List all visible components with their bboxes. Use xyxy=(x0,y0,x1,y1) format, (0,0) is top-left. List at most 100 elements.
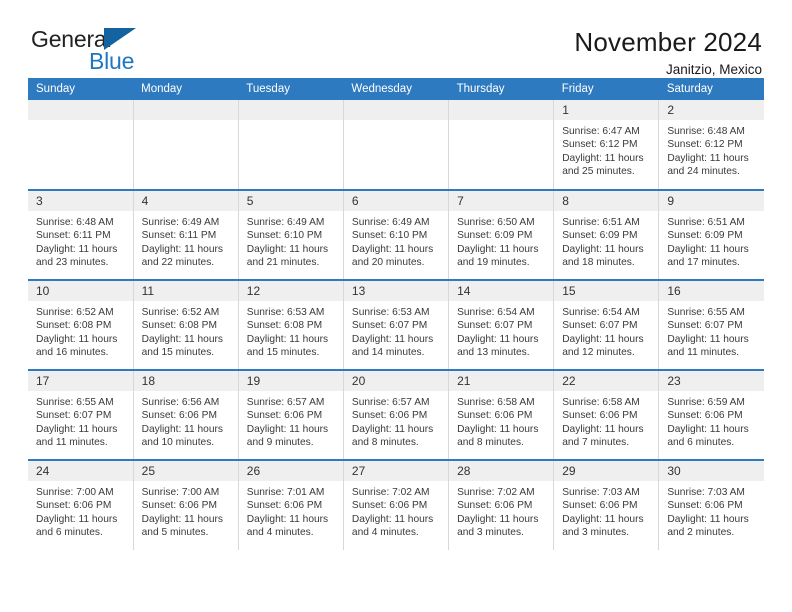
calendar-day-cell[interactable]: 9 Sunrise: 6:51 AM Sunset: 6:09 PM Daylig… xyxy=(658,189,764,280)
day-number: 12 xyxy=(238,281,343,301)
weekday-header-row: Sunday Monday Tuesday Wednesday Thursday… xyxy=(28,78,764,100)
sun-times-detail: Sunrise: 6:55 AM Sunset: 6:07 PM Dayligh… xyxy=(667,307,749,358)
calendar-day-cell-empty xyxy=(238,100,344,190)
day-number: 11 xyxy=(133,281,238,301)
day-number: 23 xyxy=(659,371,764,391)
calendar-day-cell[interactable]: 24 Sunrise: 7:00 AM Sunset: 6:06 PM Dayli… xyxy=(28,459,134,550)
calendar-day-cell[interactable]: 15 Sunrise: 6:54 AM Sunset: 6:07 PM Dayli… xyxy=(553,279,660,370)
day-number: 9 xyxy=(659,191,764,211)
calendar-day-cell[interactable]: 20 Sunrise: 6:57 AM Sunset: 6:06 PM Dayli… xyxy=(343,369,450,460)
sun-times-detail: Sunrise: 7:00 AM Sunset: 6:06 PM Dayligh… xyxy=(141,487,223,538)
calendar-day-cell[interactable]: 17 Sunrise: 6:55 AM Sunset: 6:07 PM Dayli… xyxy=(28,369,134,460)
calendar-body: 1 Sunrise: 6:47 AM Sunset: 6:12 PM Daylig… xyxy=(28,100,764,550)
calendar-day-cell[interactable]: 26 Sunrise: 7:01 AM Sunset: 6:06 PM Dayli… xyxy=(238,459,344,550)
sun-times-detail: Sunrise: 7:02 AM Sunset: 6:06 PM Dayligh… xyxy=(351,487,434,538)
calendar-day-cell[interactable]: 5 Sunrise: 6:49 AM Sunset: 6:10 PM Daylig… xyxy=(238,189,344,280)
day-number: 19 xyxy=(238,371,343,391)
calendar-day-cell[interactable]: 12 Sunrise: 6:53 AM Sunset: 6:08 PM Dayli… xyxy=(238,279,344,370)
calendar-day-cell[interactable]: 6 Sunrise: 6:49 AM Sunset: 6:10 PM Daylig… xyxy=(343,189,450,280)
calendar-day-cell-empty xyxy=(28,100,134,190)
calendar-day-cell[interactable]: 4 Sunrise: 6:49 AM Sunset: 6:11 PM Daylig… xyxy=(133,189,239,280)
calendar-day-cell-empty xyxy=(448,100,555,190)
weekday-header-monday: Monday xyxy=(133,78,239,100)
day-number: 30 xyxy=(659,461,764,481)
day-number xyxy=(449,100,554,120)
day-number: 2 xyxy=(659,100,764,120)
day-number: 26 xyxy=(238,461,343,481)
sun-times-detail: Sunrise: 7:00 AM Sunset: 6:06 PM Dayligh… xyxy=(36,487,118,538)
sun-times-detail: Sunrise: 7:01 AM Sunset: 6:06 PM Dayligh… xyxy=(246,487,329,538)
sun-times-detail: Sunrise: 6:49 AM Sunset: 6:11 PM Dayligh… xyxy=(141,217,223,268)
day-number: 15 xyxy=(554,281,659,301)
sun-times-detail: Sunrise: 6:52 AM Sunset: 6:08 PM Dayligh… xyxy=(36,307,118,358)
calendar-week-row: 24 Sunrise: 7:00 AM Sunset: 6:06 PM Dayli… xyxy=(28,459,764,550)
calendar-week-row: 3 Sunrise: 6:48 AM Sunset: 6:11 PM Daylig… xyxy=(28,189,764,280)
day-number: 14 xyxy=(449,281,554,301)
sun-times-detail: Sunrise: 6:52 AM Sunset: 6:08 PM Dayligh… xyxy=(141,307,223,358)
day-number: 29 xyxy=(554,461,659,481)
calendar-day-cell[interactable]: 27 Sunrise: 7:02 AM Sunset: 6:06 PM Dayli… xyxy=(343,459,450,550)
calendar-day-cell[interactable]: 21 Sunrise: 6:58 AM Sunset: 6:06 PM Dayli… xyxy=(448,369,555,460)
sun-times-detail: Sunrise: 6:53 AM Sunset: 6:07 PM Dayligh… xyxy=(351,307,434,358)
sun-times-detail: Sunrise: 7:02 AM Sunset: 6:06 PM Dayligh… xyxy=(457,487,539,538)
day-number: 20 xyxy=(343,371,449,391)
title-block: November 2024 Janitzio, Mexico xyxy=(574,26,764,80)
calendar-day-cell[interactable]: 13 Sunrise: 6:53 AM Sunset: 6:07 PM Dayli… xyxy=(343,279,450,370)
day-number: 6 xyxy=(343,191,449,211)
day-number: 10 xyxy=(28,281,133,301)
general-blue-logo[interactable]: General Blue xyxy=(28,26,188,78)
sun-times-detail: Sunrise: 6:48 AM Sunset: 6:11 PM Dayligh… xyxy=(36,217,118,268)
calendar-day-cell[interactable]: 19 Sunrise: 6:57 AM Sunset: 6:06 PM Dayli… xyxy=(238,369,344,460)
day-number xyxy=(28,100,133,120)
day-number: 17 xyxy=(28,371,133,391)
calendar-day-cell[interactable]: 28 Sunrise: 7:02 AM Sunset: 6:06 PM Dayli… xyxy=(448,459,555,550)
day-number: 22 xyxy=(554,371,659,391)
calendar-day-cell[interactable]: 25 Sunrise: 7:00 AM Sunset: 6:06 PM Dayli… xyxy=(133,459,239,550)
calendar-day-cell[interactable]: 3 Sunrise: 6:48 AM Sunset: 6:11 PM Daylig… xyxy=(28,189,134,280)
sun-times-detail: Sunrise: 6:58 AM Sunset: 6:06 PM Dayligh… xyxy=(562,397,644,448)
sun-times-detail: Sunrise: 6:49 AM Sunset: 6:10 PM Dayligh… xyxy=(351,217,434,268)
day-number: 25 xyxy=(133,461,238,481)
sun-times-detail: Sunrise: 6:57 AM Sunset: 6:06 PM Dayligh… xyxy=(246,397,329,448)
sun-times-detail: Sunrise: 6:51 AM Sunset: 6:09 PM Dayligh… xyxy=(667,217,749,268)
day-number: 3 xyxy=(28,191,133,211)
day-number: 7 xyxy=(449,191,554,211)
day-number xyxy=(133,100,238,120)
sun-times-detail: Sunrise: 6:59 AM Sunset: 6:06 PM Dayligh… xyxy=(667,397,749,448)
calendar-day-cell[interactable]: 11 Sunrise: 6:52 AM Sunset: 6:08 PM Dayli… xyxy=(133,279,239,370)
calendar-week-row: 10 Sunrise: 6:52 AM Sunset: 6:08 PM Dayli… xyxy=(28,279,764,370)
calendar-day-cell[interactable]: 8 Sunrise: 6:51 AM Sunset: 6:09 PM Daylig… xyxy=(553,189,660,280)
day-number xyxy=(343,100,449,120)
sun-times-detail: Sunrise: 7:03 AM Sunset: 6:06 PM Dayligh… xyxy=(667,487,749,538)
day-number: 16 xyxy=(659,281,764,301)
calendar-day-cell[interactable]: 23 Sunrise: 6:59 AM Sunset: 6:06 PM Dayli… xyxy=(658,369,764,460)
sun-times-detail: Sunrise: 7:03 AM Sunset: 6:06 PM Dayligh… xyxy=(562,487,644,538)
calendar-page: General Blue November 2024 Janitzio, Mex… xyxy=(0,0,792,612)
calendar-day-cell[interactable]: 16 Sunrise: 6:55 AM Sunset: 6:07 PM Dayli… xyxy=(658,279,764,370)
calendar-day-cell[interactable]: 18 Sunrise: 6:56 AM Sunset: 6:06 PM Dayli… xyxy=(133,369,239,460)
weekday-header-tuesday: Tuesday xyxy=(238,78,344,100)
logo-text-blue: Blue xyxy=(89,48,135,74)
calendar-day-cell[interactable]: 7 Sunrise: 6:50 AM Sunset: 6:09 PM Daylig… xyxy=(448,189,555,280)
sun-times-detail: Sunrise: 6:57 AM Sunset: 6:06 PM Dayligh… xyxy=(351,397,434,448)
calendar-day-cell[interactable]: 14 Sunrise: 6:54 AM Sunset: 6:07 PM Dayli… xyxy=(448,279,555,370)
weekday-header-wednesday: Wednesday xyxy=(343,78,449,100)
sun-times-detail: Sunrise: 6:47 AM Sunset: 6:12 PM Dayligh… xyxy=(562,126,644,177)
calendar-day-cell[interactable]: 2 Sunrise: 6:48 AM Sunset: 6:12 PM Daylig… xyxy=(658,100,764,190)
day-number: 18 xyxy=(133,371,238,391)
calendar-day-cell[interactable]: 29 Sunrise: 7:03 AM Sunset: 6:06 PM Dayli… xyxy=(553,459,660,550)
calendar-day-cell[interactable]: 1 Sunrise: 6:47 AM Sunset: 6:12 PM Daylig… xyxy=(553,100,660,190)
sun-times-detail: Sunrise: 6:51 AM Sunset: 6:09 PM Dayligh… xyxy=(562,217,644,268)
calendar-day-cell[interactable]: 10 Sunrise: 6:52 AM Sunset: 6:08 PM Dayli… xyxy=(28,279,134,370)
weekday-header-friday: Friday xyxy=(553,78,659,100)
calendar-day-cell[interactable]: 30 Sunrise: 7:03 AM Sunset: 6:06 PM Dayli… xyxy=(658,459,764,550)
day-number: 13 xyxy=(343,281,449,301)
page-title: November 2024 xyxy=(574,27,762,57)
weekday-header-sunday: Sunday xyxy=(28,78,134,100)
calendar-day-cell[interactable]: 22 Sunrise: 6:58 AM Sunset: 6:06 PM Dayli… xyxy=(553,369,660,460)
sun-times-detail: Sunrise: 6:54 AM Sunset: 6:07 PM Dayligh… xyxy=(562,307,644,358)
calendar-week-row: 17 Sunrise: 6:55 AM Sunset: 6:07 PM Dayli… xyxy=(28,369,764,460)
weekday-header-saturday: Saturday xyxy=(658,78,764,100)
sun-times-detail: Sunrise: 6:56 AM Sunset: 6:06 PM Dayligh… xyxy=(141,397,223,448)
sun-times-detail: Sunrise: 6:48 AM Sunset: 6:12 PM Dayligh… xyxy=(667,126,749,177)
